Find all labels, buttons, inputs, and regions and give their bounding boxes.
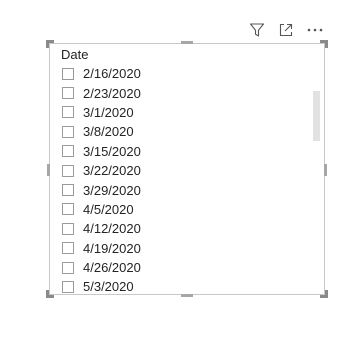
list-item[interactable]: 4/19/2020 [58, 239, 308, 258]
checkbox[interactable] [62, 67, 74, 80]
list-item[interactable]: 3/1/2020 [58, 103, 308, 122]
slicer-header: Date [61, 47, 89, 62]
checkbox[interactable] [62, 125, 74, 138]
item-label: 4/12/2020 [83, 221, 141, 237]
more-options-button[interactable] [304, 20, 326, 40]
checkbox[interactable] [62, 203, 74, 216]
item-label: 2/23/2020 [83, 85, 141, 101]
item-label: 3/8/2020 [83, 124, 134, 140]
list-item[interactable]: 2/23/2020 [58, 83, 308, 102]
checkbox[interactable] [62, 280, 74, 293]
filter-button[interactable] [246, 20, 268, 40]
more-options-icon [306, 22, 324, 38]
item-label: 3/1/2020 [83, 104, 134, 120]
scrollbar-thumb[interactable] [313, 91, 320, 141]
focus-mode-icon [278, 22, 294, 38]
checkbox[interactable] [62, 222, 74, 235]
checkbox[interactable] [62, 145, 74, 158]
resize-handle-bottom-left[interactable] [46, 290, 54, 298]
list-item[interactable]: 4/12/2020 [58, 219, 308, 238]
list-item[interactable]: 3/8/2020 [58, 122, 308, 141]
resize-handle-left[interactable] [47, 164, 50, 176]
focus-mode-button[interactable] [275, 20, 297, 40]
list-item[interactable]: 3/29/2020 [58, 180, 308, 199]
resize-handle-top-left[interactable] [46, 40, 54, 48]
checkbox[interactable] [62, 87, 74, 100]
item-label: 3/29/2020 [83, 182, 141, 198]
resize-handle-top[interactable] [181, 41, 193, 44]
item-label: 3/15/2020 [83, 143, 141, 159]
item-label: 4/19/2020 [83, 240, 141, 256]
resize-handle-top-right[interactable] [320, 40, 328, 48]
item-label: 4/5/2020 [83, 201, 134, 217]
item-label: 5/3/2020 [83, 279, 134, 293]
filter-icon [249, 22, 265, 38]
item-label: 3/22/2020 [83, 163, 141, 179]
list-item[interactable]: 4/26/2020 [58, 258, 308, 277]
checkbox[interactable] [62, 106, 74, 119]
resize-handle-bottom[interactable] [181, 294, 193, 297]
list-item[interactable]: 4/5/2020 [58, 200, 308, 219]
list-item[interactable]: 5/3/2020 [58, 277, 308, 293]
resize-handle-bottom-right[interactable] [320, 290, 328, 298]
visual-header [246, 20, 326, 40]
checkbox[interactable] [62, 261, 74, 274]
list-item[interactable]: 3/22/2020 [58, 161, 308, 180]
resize-handle-right[interactable] [324, 164, 327, 176]
item-label: 4/26/2020 [83, 260, 141, 276]
list-item[interactable]: 2/16/2020 [58, 64, 308, 83]
list-item[interactable]: 3/15/2020 [58, 142, 308, 161]
report-canvas: Date 2/16/2020 2/23/2020 3/1/2020 3/8/2020 3… [0, 0, 360, 339]
checkbox[interactable] [62, 242, 74, 255]
item-label: 2/16/2020 [83, 66, 141, 82]
slicer-list: 2/16/2020 2/23/2020 3/1/2020 3/8/2020 3/15/2… [58, 64, 308, 293]
checkbox[interactable] [62, 184, 74, 197]
checkbox[interactable] [62, 164, 74, 177]
